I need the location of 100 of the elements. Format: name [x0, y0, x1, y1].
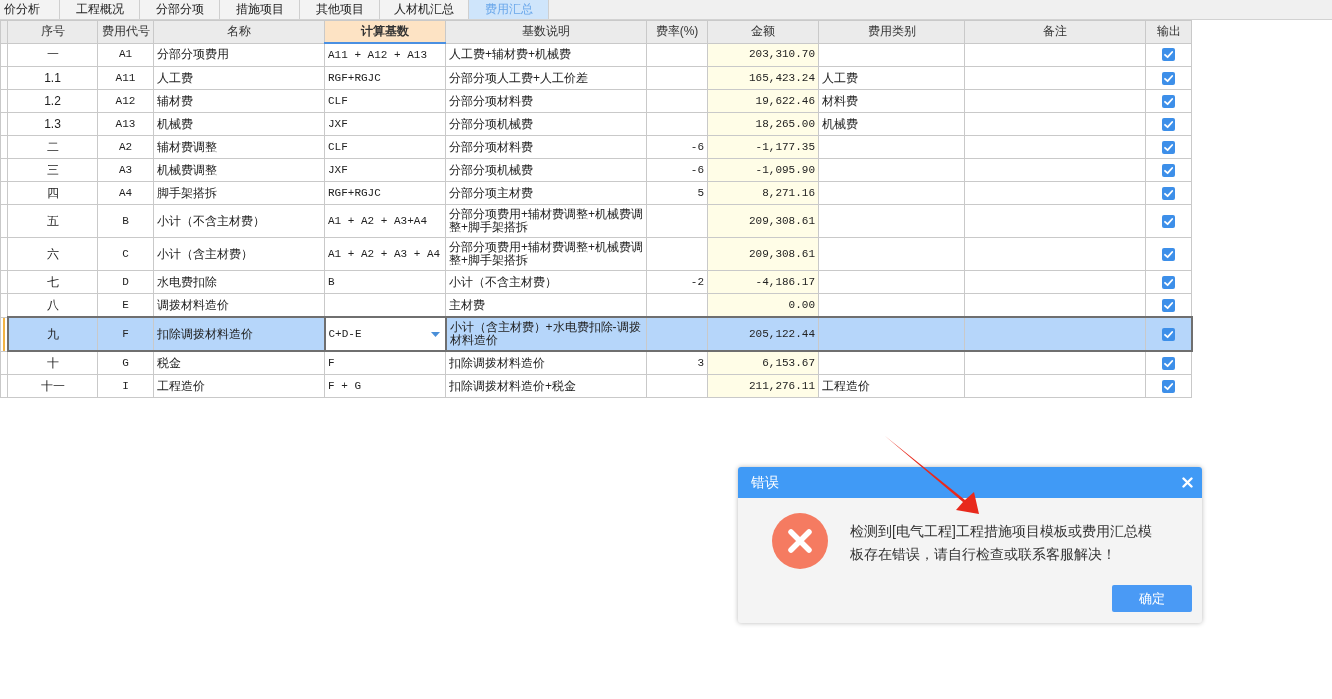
checkbox[interactable]: [1162, 379, 1175, 393]
checkbox[interactable]: [1162, 163, 1175, 177]
table-cell: 工程造价: [818, 374, 965, 398]
column-header: 费率(%): [646, 20, 708, 43]
table-row[interactable]: 一 A1 分部分项费用 A11 + A12 + A13 人工费+辅材费+机械费 203,310.70: [0, 43, 1192, 67]
checkbox[interactable]: [1162, 247, 1175, 261]
table-cell: F: [324, 351, 446, 375]
table-cell: A11: [97, 66, 154, 90]
table-cell: 5: [646, 181, 708, 205]
table-cell: CLF: [324, 89, 446, 113]
table-cell: 205,122.44: [707, 317, 819, 351]
table-cell: -6: [646, 158, 708, 182]
table-cell: 扣除调拨材料造价: [445, 351, 647, 375]
table-cell: 辅材费: [153, 89, 325, 113]
dialog-message: 检测到[电气工程]工程措施项目模板或费用汇总模板存在错误，请自行检查或联系客服解决！: [850, 522, 1153, 564]
checkbox[interactable]: [1162, 214, 1175, 228]
table-cell: A1: [97, 43, 154, 67]
table-cell: 机械费调整: [153, 158, 325, 182]
table-cell: 辅材费调整: [153, 135, 325, 159]
column-header: 费用类别: [818, 20, 965, 43]
checkbox[interactable]: [1162, 94, 1175, 108]
table-cell: 211,276.11: [707, 374, 819, 398]
table-cell: G: [97, 351, 154, 375]
table-cell: JXF: [324, 158, 446, 182]
table-cell: 209,308.61: [707, 204, 819, 238]
table-row[interactable]: 三 A3 机械费调整 JXF 分部分项机械费 -6 -1,095.90: [0, 158, 1192, 182]
column-header: 输出: [1145, 20, 1192, 43]
column-header: 名称: [153, 20, 325, 43]
table-cell: 小计（不含主材费）: [445, 270, 647, 294]
table-row[interactable]: 1.3 A13 机械费 JXF 分部分项机械费 18,265.00 机械费: [0, 112, 1192, 136]
table-row[interactable]: 二 A2 辅材费调整 CLF 分部分项材料费 -6 -1,177.35: [0, 135, 1192, 159]
table-cell: A13: [97, 112, 154, 136]
table-row[interactable]: 七 D 水电费扣除 B 小计（不含主材费） -2 -4,186.17: [0, 270, 1192, 294]
table-cell: RGF+RGJC: [324, 66, 446, 90]
checkbox[interactable]: [1162, 48, 1175, 62]
table-cell: 分部分项费用: [153, 43, 325, 67]
table-cell: 3: [646, 351, 708, 375]
table-cell: 分部分项机械费: [445, 112, 647, 136]
checkbox[interactable]: [1162, 298, 1175, 312]
table-cell: C: [97, 237, 154, 271]
table-cell: 人工费+辅材费+机械费: [445, 43, 647, 67]
table-cell: 机械费: [153, 112, 325, 136]
table-row[interactable]: 十一 I 工程造价 F + G 扣除调拨材料造价+税金 211,276.11 工程造价: [0, 374, 1192, 398]
checkbox[interactable]: [1162, 140, 1175, 154]
caret-icon[interactable]: [430, 331, 440, 337]
table-cell: 0.00: [707, 293, 819, 317]
error-icon: [772, 513, 828, 569]
table-cell: 18,265.00: [707, 112, 819, 136]
checkbox[interactable]: [1162, 71, 1175, 85]
table-cell: 六: [7, 237, 98, 271]
table-row[interactable]: 1.2 A12 辅材费 CLF 分部分项材料费 19,622.46 材料费: [0, 89, 1192, 113]
table-cell: 分部分项材料费: [445, 135, 647, 159]
table-cell: B: [97, 204, 154, 238]
table-cell: 6,153.67: [707, 351, 819, 375]
table-cell: 8,271.16: [707, 181, 819, 205]
table-row[interactable]: 九 F 扣除调拨材料造价 C+D-E 小计（含主材费）+水电费扣除-调拨材料造价 205,122.44: [0, 317, 1192, 351]
table-row[interactable]: 五 B 小计（不含主材费） A1 + A2 + A3+A4 分部分项费用+辅材费调整+机械费调整+脚手架搭拆 209,308.61: [0, 204, 1192, 238]
checkbox[interactable]: [1161, 327, 1175, 341]
table-cell: A12: [97, 89, 154, 113]
checkbox[interactable]: [1162, 186, 1175, 200]
checkbox[interactable]: [1162, 356, 1175, 370]
table-cell: A1 + A2 + A3 + A4: [324, 237, 446, 271]
table-cell: 分部分项材料费: [445, 89, 647, 113]
table-cell: 小计（含主材费）: [153, 237, 325, 271]
table-cell: 三: [7, 158, 98, 182]
table-cell: 人工费: [153, 66, 325, 90]
table-cell: RGF+RGJC: [324, 181, 446, 205]
table-cell: 人工费: [818, 66, 965, 90]
checkbox[interactable]: [1162, 275, 1175, 289]
table-cell: 203,310.70: [707, 43, 819, 67]
table-cell: CLF: [324, 135, 446, 159]
table-cell: 脚手架搭拆: [153, 181, 325, 205]
table-cell: 1.3: [7, 112, 98, 136]
column-header: 基数说明: [445, 20, 647, 43]
table-cell: -1,095.90: [707, 158, 819, 182]
column-header: 备注: [964, 20, 1146, 43]
table-cell: 1.2: [7, 89, 98, 113]
table-cell: 九: [7, 317, 98, 351]
table-row[interactable]: 四 A4 脚手架搭拆 RGF+RGJC 分部分项主材费 5 8,271.16: [0, 181, 1192, 205]
table-cell: 小计（不含主材费）: [153, 204, 325, 238]
table-cell: I: [97, 374, 154, 398]
table-row[interactable]: 八 E 调拨材料造价 主材费 0.00: [0, 293, 1192, 317]
dialog-title: 错误: [751, 473, 779, 492]
checkbox[interactable]: [1162, 117, 1175, 131]
table-cell: 分部分项费用+辅材费调整+机械费调整+脚手架搭拆: [445, 237, 647, 271]
table-cell: 机械费: [818, 112, 965, 136]
table-cell: A1 + A2 + A3+A4: [324, 204, 446, 238]
column-header: 计算基数: [324, 20, 446, 43]
table-row[interactable]: 1.1 A11 人工费 RGF+RGJC 分部分项人工费+人工价差 165,423.24 人工费: [0, 66, 1192, 90]
table-cell: 一: [7, 43, 98, 67]
table-cell: 165,423.24: [707, 66, 819, 90]
table-cell: 二: [7, 135, 98, 159]
table-cell: 分部分项人工费+人工价差: [445, 66, 647, 90]
table-cell: 税金: [153, 351, 325, 375]
row-indicator: [3, 318, 5, 350]
table-cell: 五: [7, 204, 98, 238]
table-cell: D: [97, 270, 154, 294]
table-row[interactable]: 十 G 税金 F 扣除调拨材料造价 3 6,153.67: [0, 351, 1192, 375]
table-cell: A11 + A12 + A13: [324, 43, 446, 67]
table-cell: 工程造价: [153, 374, 325, 398]
